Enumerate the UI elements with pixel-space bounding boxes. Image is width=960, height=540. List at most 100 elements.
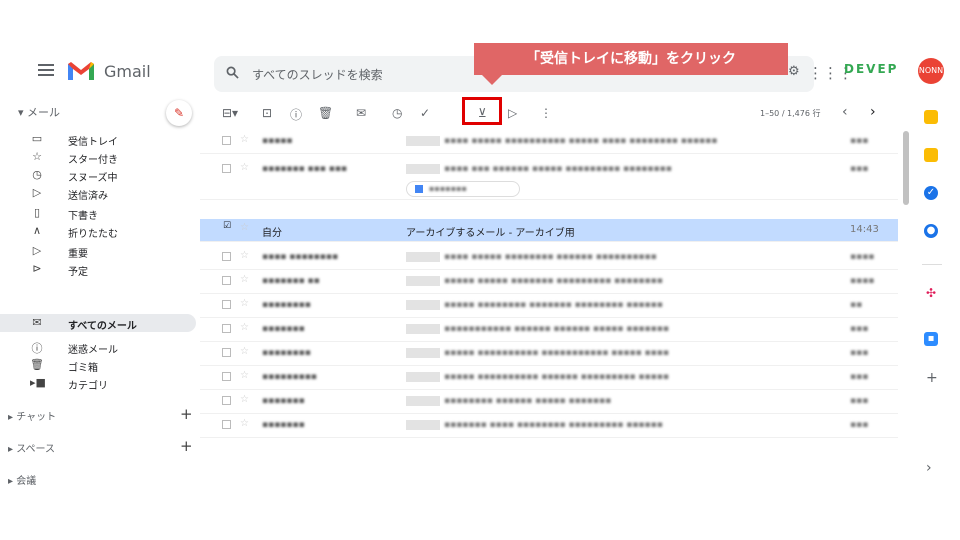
checked-checkbox-icon[interactable]: ☑ bbox=[223, 221, 231, 231]
row-checkbox[interactable] bbox=[222, 420, 231, 429]
row-checkbox[interactable] bbox=[222, 372, 231, 381]
report-spam-icon[interactable]: ⓘ bbox=[290, 106, 302, 123]
row-checkbox[interactable] bbox=[222, 136, 231, 145]
star-icon[interactable]: ☆ bbox=[240, 222, 249, 233]
star-icon[interactable]: ☆ bbox=[240, 250, 249, 261]
table-row[interactable]: ☆ ▪▪▪▪▪▪▪ ▪▪ ▪▪▪▪▪ ▪▪▪▪▪ ▪▪▪▪▪▪▪ ▪▪▪▪▪▪▪… bbox=[200, 271, 898, 294]
chat-section[interactable]: ▸ チャット + bbox=[8, 405, 193, 423]
add-addon-icon[interactable]: + bbox=[926, 370, 938, 386]
mail-section-header[interactable]: ▾ メール bbox=[18, 104, 60, 120]
star-icon[interactable]: ☆ bbox=[240, 274, 249, 285]
table-row[interactable]: ☆ ▪▪▪▪▪▪▪▪ ▪▪▪▪▪ ▪▪▪▪▪▪▪▪ ▪▪▪▪▪▪▪ ▪▪▪▪▪▪… bbox=[200, 295, 898, 318]
sidebar-item-trash[interactable]: 🗑 ゴミ箱 bbox=[0, 356, 196, 374]
gmail-logo-icon bbox=[68, 62, 94, 80]
email-subject: ▪▪▪▪▪ ▪▪▪▪▪▪▪▪▪▪ ▪▪▪▪▪▪ ▪▪▪▪▪▪▪▪▪ ▪▪▪▪▪ bbox=[444, 372, 669, 382]
slack-icon[interactable]: ✣ bbox=[926, 286, 936, 300]
row-checkbox[interactable] bbox=[222, 276, 231, 285]
email-time: ▪▪▪▪ bbox=[850, 252, 875, 262]
search-icon[interactable] bbox=[226, 66, 239, 79]
attachment-chip[interactable]: ▪▪▪▪▪▪▪ bbox=[406, 181, 520, 197]
search-input[interactable]: すべてのスレッドを検索 bbox=[252, 66, 383, 83]
table-row-selected[interactable]: ☑ ☆ 自分 アーカイブするメール - アーカイブ用 14:43 bbox=[200, 219, 898, 242]
email-tag bbox=[406, 348, 440, 358]
more-icon[interactable]: ⋮ bbox=[540, 106, 552, 120]
email-tag bbox=[406, 324, 440, 334]
email-sender: ▪▪▪▪▪▪▪ ▪▪▪ ▪▪▪ bbox=[262, 164, 348, 174]
star-icon[interactable]: ☆ bbox=[240, 346, 249, 357]
star-icon[interactable]: ☆ bbox=[240, 418, 249, 429]
contacts-icon[interactable]: ● bbox=[924, 224, 938, 238]
row-checkbox[interactable] bbox=[222, 164, 231, 173]
table-row[interactable]: ☆ ▪▪▪▪ ▪▪▪▪▪▪▪▪ ▪▪▪▪ ▪▪▪▪▪ ▪▪▪▪▪▪▪▪ ▪▪▪▪… bbox=[200, 247, 898, 270]
table-row[interactable]: ☆ ▪▪▪▪▪▪▪▪▪ ▪▪▪▪▪ ▪▪▪▪▪▪▪▪▪▪ ▪▪▪▪▪▪ ▪▪▪▪… bbox=[200, 367, 898, 390]
keep-icon[interactable] bbox=[924, 148, 938, 162]
email-subject: ▪▪▪▪▪▪▪▪▪▪▪ ▪▪▪▪▪▪ ▪▪▪▪▪▪ ▪▪▪▪▪ ▪▪▪▪▪▪▪ bbox=[444, 324, 669, 334]
row-checkbox[interactable] bbox=[222, 396, 231, 405]
star-icon[interactable]: ☆ bbox=[240, 134, 249, 145]
sidebar-item-scheduled[interactable]: ⊳ 予定 bbox=[0, 260, 196, 278]
email-sender: ▪▪▪▪▪▪▪ bbox=[262, 324, 305, 334]
settings-icon[interactable]: ⚙ bbox=[788, 64, 800, 79]
table-row[interactable]: ☆ ▪▪▪▪▪▪▪ ▪▪▪▪▪▪▪▪ ▪▪▪▪▪▪ ▪▪▪▪▪ ▪▪▪▪▪▪▪ … bbox=[200, 391, 898, 414]
meet-section[interactable]: ▸ 会議 bbox=[8, 472, 36, 487]
zoom-icon[interactable]: ▪ bbox=[924, 332, 938, 346]
side-panel: ✓ ● ✣ ▪ + › bbox=[918, 100, 946, 500]
send-icon: ▷ bbox=[32, 186, 42, 199]
trash-icon: 🗑 bbox=[30, 358, 44, 371]
email-time: ▪▪▪▪ bbox=[850, 276, 875, 286]
scrollbar[interactable] bbox=[903, 131, 909, 205]
star-icon[interactable]: ☆ bbox=[240, 394, 249, 405]
sidebar-item-important[interactable]: ▷ 重要 bbox=[0, 242, 196, 260]
main-menu-icon[interactable] bbox=[38, 64, 54, 76]
add-task-icon[interactable]: ✓ bbox=[420, 106, 430, 120]
sidebar-item-inbox[interactable]: ▭ 受信トレイ bbox=[0, 130, 196, 148]
calendar-icon[interactable] bbox=[924, 110, 938, 124]
table-row[interactable]: ☆ ▪▪▪▪▪▪▪ ▪▪▪▪▪▪▪▪▪▪▪ ▪▪▪▪▪▪ ▪▪▪▪▪▪ ▪▪▪▪… bbox=[200, 319, 898, 342]
archive-icon[interactable]: ⊡ bbox=[262, 106, 272, 120]
spaces-section[interactable]: ▸ スペース + bbox=[8, 437, 193, 455]
chevron-left-icon[interactable]: ‹ bbox=[842, 104, 848, 120]
sidebar-item-spam[interactable]: ⓘ 迷惑メール bbox=[0, 338, 196, 356]
sidebar-item-snoozed[interactable]: ◷ スヌーズ中 bbox=[0, 166, 196, 184]
sidebar-item-sent[interactable]: ▷ 送信済み bbox=[0, 184, 196, 202]
email-tag bbox=[406, 164, 440, 174]
star-icon[interactable]: ☆ bbox=[240, 370, 249, 381]
tasks-icon[interactable]: ✓ bbox=[924, 186, 938, 200]
email-tag bbox=[406, 396, 440, 406]
labels-icon[interactable]: ▷ bbox=[508, 106, 517, 120]
avatar[interactable]: NONN bbox=[918, 58, 944, 84]
email-subject: ▪▪▪▪▪ ▪▪▪▪▪▪▪▪▪▪ ▪▪▪▪▪▪▪▪▪▪▪ ▪▪▪▪▪ ▪▪▪▪ bbox=[444, 348, 669, 358]
row-checkbox[interactable] bbox=[222, 300, 231, 309]
table-row[interactable]: ☆ ▪▪▪▪▪▪▪ ▪▪▪▪▪▪▪ ▪▪▪▪ ▪▪▪▪▪▪▪▪ ▪▪▪▪▪▪▪▪… bbox=[200, 415, 898, 438]
star-icon[interactable]: ☆ bbox=[240, 162, 249, 173]
star-icon[interactable]: ☆ bbox=[240, 322, 249, 333]
table-row[interactable]: ☆ ▪▪▪▪▪▪▪ ▪▪▪ ▪▪▪ ▪▪▪▪ ▪▪▪ ▪▪▪▪▪▪ ▪▪▪▪▪ … bbox=[200, 159, 898, 200]
row-checkbox[interactable] bbox=[222, 348, 231, 357]
table-row[interactable]: ☆ ▪▪▪▪▪▪▪▪ ▪▪▪▪▪ ▪▪▪▪▪▪▪▪▪▪ ▪▪▪▪▪▪▪▪▪▪▪ … bbox=[200, 343, 898, 366]
sidebar-item-collapse[interactable]: ∧ 折りたたむ bbox=[0, 222, 196, 240]
snooze-icon[interactable]: ◷ bbox=[392, 106, 402, 120]
select-checkbox-icon[interactable]: ⊟▾ bbox=[222, 106, 238, 120]
chevron-right-icon[interactable]: › bbox=[870, 104, 876, 120]
sidebar-item-label: ゴミ箱 bbox=[68, 363, 98, 374]
compose-button[interactable]: ✎ bbox=[166, 100, 192, 126]
sidebar-item-drafts[interactable]: ▯ 下書き bbox=[0, 204, 196, 222]
sidebar-item-starred[interactable]: ☆ スター付き bbox=[0, 148, 196, 166]
row-checkbox[interactable] bbox=[222, 324, 231, 333]
email-sender: ▪▪▪▪ ▪▪▪▪▪▪▪▪ bbox=[262, 252, 339, 262]
sidebar-item-all-mail[interactable]: ✉ すべてのメール bbox=[0, 314, 196, 332]
sidebar-item-categories[interactable]: ▸■ カテゴリ bbox=[0, 374, 196, 392]
app-name[interactable]: Gmail bbox=[104, 62, 151, 81]
row-checkbox[interactable] bbox=[222, 252, 231, 261]
email-tag bbox=[406, 276, 440, 286]
mark-unread-icon[interactable]: ✉ bbox=[356, 106, 366, 120]
star-icon[interactable]: ☆ bbox=[240, 298, 249, 309]
add-space-icon[interactable]: + bbox=[180, 437, 193, 455]
pagination-text: 1–50 / 1,476 行 bbox=[760, 109, 821, 118]
email-subject: ▪▪▪▪ ▪▪▪▪▪ ▪▪▪▪▪▪▪▪▪▪ ▪▪▪▪▪ ▪▪▪▪ ▪▪▪▪▪▪▪… bbox=[444, 136, 718, 146]
table-row[interactable]: ☆ ▪▪▪▪▪ ▪▪▪▪ ▪▪▪▪▪ ▪▪▪▪▪▪▪▪▪▪ ▪▪▪▪▪ ▪▪▪▪… bbox=[200, 131, 898, 154]
delete-icon[interactable]: 🗑 bbox=[318, 106, 333, 120]
sidebar-item-label: すべてのメール bbox=[68, 321, 137, 332]
chevron-right-icon[interactable]: › bbox=[926, 460, 932, 476]
add-chat-icon[interactable]: + bbox=[180, 405, 193, 423]
